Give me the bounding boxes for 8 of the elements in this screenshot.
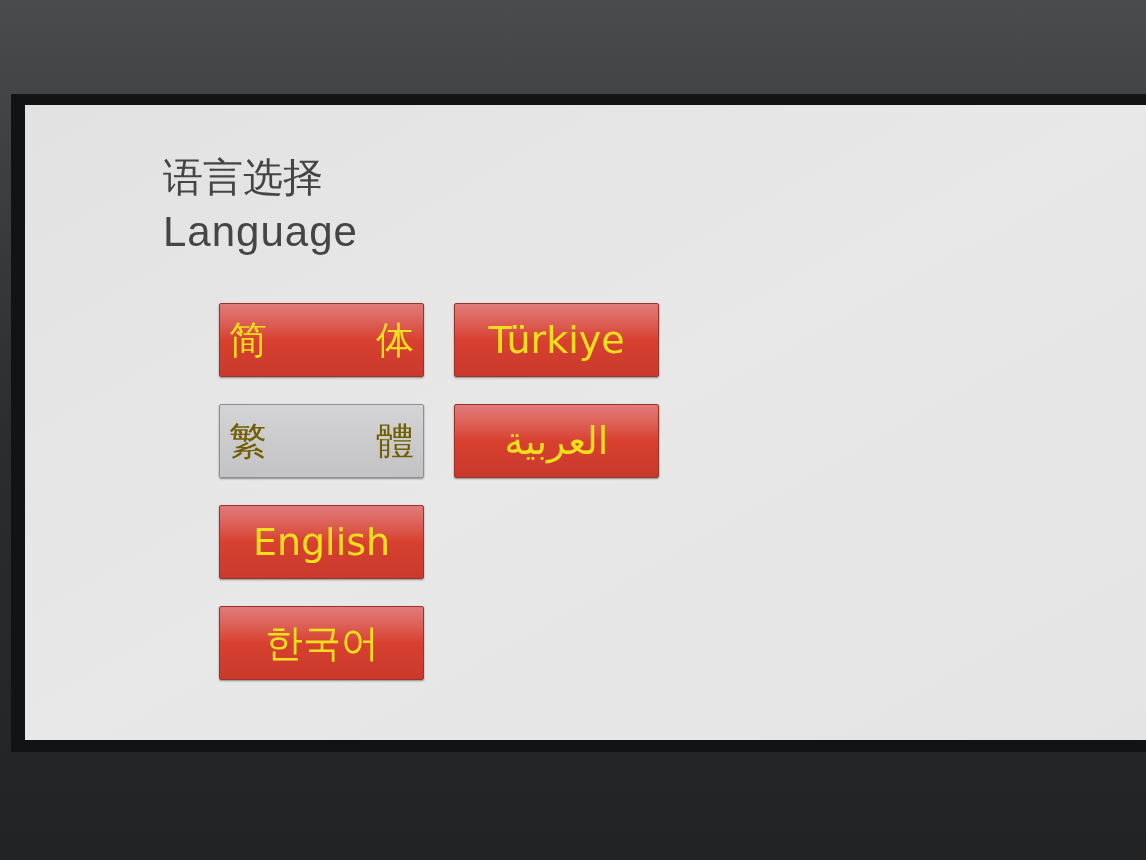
- screen-subtitle: Language: [163, 207, 358, 257]
- language-button[interactable]: 繁 體: [219, 404, 424, 478]
- language-button[interactable]: العربية: [454, 404, 659, 478]
- language-button[interactable]: Türkiye: [454, 303, 659, 377]
- language-button[interactable]: 한국어: [219, 606, 424, 680]
- screen-title: 语言选择: [163, 154, 323, 201]
- language-button[interactable]: 简 体: [219, 303, 424, 377]
- language-button[interactable]: English: [219, 505, 424, 579]
